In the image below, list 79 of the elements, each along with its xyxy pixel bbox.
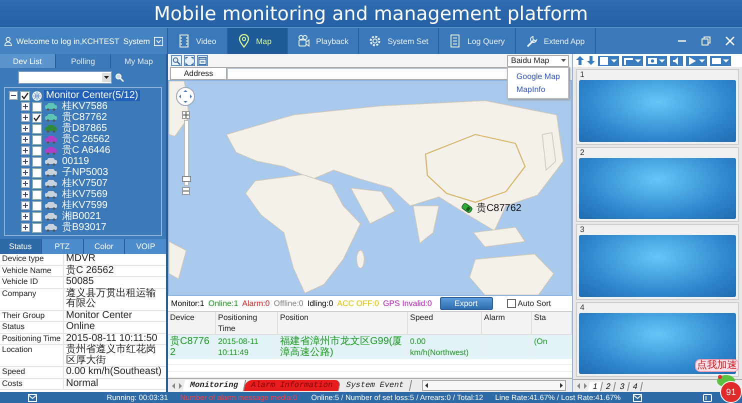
column-header: Alarm [482, 312, 532, 335]
field-value: Normal [64, 378, 166, 390]
column-header: Sta [532, 312, 572, 335]
field-value: MDVR [64, 254, 166, 266]
tree-item[interactable]: 贵C 26562 [60, 134, 112, 145]
tree-item[interactable]: 子NP5003 [60, 167, 110, 178]
column-header: Positioning Time [216, 312, 278, 335]
field-label: Vehicle ID [0, 277, 64, 288]
status-count: GPS Invalid:0 [382, 299, 432, 308]
field-value: Monitor Center [64, 310, 166, 322]
field-label: Positioning Time [0, 334, 64, 345]
status-count: Online:1 [208, 299, 238, 308]
menu-option[interactable]: MapInfo [508, 83, 568, 96]
panel-tab[interactable]: PTZ [42, 239, 82, 254]
status-count: Monitor:1 [171, 299, 204, 308]
field-label: Location [0, 345, 64, 367]
status-count: ACC OFF:0 [337, 299, 379, 308]
panel-tab[interactable]: My Map [111, 54, 166, 68]
field-label: Device type [0, 254, 64, 266]
sheet-tab[interactable]: 4 [628, 382, 644, 390]
table-row[interactable]: 贵C87762 2015-08-11 10:11:49 福建省漳州市龙文区G99(厦漳高速公路) 0.00 km/h(Northwest) (On [168, 335, 572, 359]
table-cell: 福建省漳州市龙文区G99(厦漳高速公路) [278, 335, 408, 359]
tree-item[interactable]: 00119 [60, 156, 92, 167]
status-count: Idling:0 [307, 299, 334, 308]
tree-item[interactable]: 湘B0021 [60, 211, 103, 222]
field-value: 50085 [64, 277, 166, 288]
tree-item[interactable]: 贵B93017 [60, 222, 108, 233]
field-label: Vehicle Name [0, 266, 64, 277]
column-header: Position [278, 312, 408, 335]
sheet-tab[interactable]: 2 [602, 382, 617, 390]
panel-tab[interactable]: Polling [56, 54, 110, 68]
tree-item[interactable]: 桂KV7569 [60, 189, 110, 200]
sheet-tab[interactable]: System Event [338, 380, 412, 391]
table-cell: 0.00 km/h(Northwest) [408, 335, 482, 359]
field-label: Company [0, 288, 64, 310]
table-cell: 贵C87762 [168, 335, 216, 359]
pane-number: 4 [579, 302, 586, 312]
field-label: Costs [0, 378, 64, 390]
window-title: Mobile monitoring and management platform [154, 2, 588, 24]
export-button[interactable]: Export [440, 297, 493, 310]
tree-item[interactable]: 贵C87762 [60, 112, 110, 123]
field-value: 贵C 26562 [64, 266, 166, 277]
field-value: 2015-08-11 10:11:50 [64, 334, 166, 345]
pane-number: 1 [579, 70, 586, 80]
status-count: Alarm:0 [242, 299, 270, 308]
pane-number: 3 [579, 225, 586, 235]
sheet-tab[interactable]: Monitoring [182, 380, 246, 391]
tree-item[interactable]: 桂KV7586 [60, 101, 110, 112]
field-value: 贵州省遵义市红花岗区厚大街 [64, 345, 166, 367]
sheet-tab[interactable]: Alarm Information [244, 380, 341, 391]
pane-number: 2 [579, 148, 586, 158]
sheet-tab[interactable]: 3 [614, 382, 630, 390]
tree-item[interactable]: 贵C A6446 [60, 145, 112, 156]
welcome-text: Welcome to log in,KCHTEST [16, 36, 120, 46]
field-value: Online [64, 322, 166, 334]
vehicle-label: 贵C87762 [476, 202, 522, 215]
panel-tab[interactable]: Status [0, 239, 41, 254]
field-label: Their Group [0, 310, 64, 322]
tree-item[interactable]: 桂KV7507 [60, 178, 110, 189]
panel-tab[interactable]: Color [84, 239, 124, 254]
column-header: Device [168, 312, 216, 335]
panel-tab[interactable]: Dev List [0, 54, 55, 68]
panel-tab[interactable]: VOIP [125, 239, 166, 254]
column-header: Speed [408, 312, 482, 335]
speech-bubble: 点我加速 [695, 359, 739, 372]
system-label: System [123, 36, 150, 46]
sheet-tab[interactable]: 1 [588, 382, 604, 390]
checkbox-label: Auto Sort [518, 299, 551, 308]
map-selector[interactable]: Baidu Map [507, 54, 569, 66]
field-label: Speed [0, 367, 64, 378]
status-count: Offline:0 [274, 299, 304, 308]
field-value: 遵义县万贯出租运输有限公 [64, 288, 166, 310]
table-cell: 2015-08-11 10:11:49 [216, 335, 278, 359]
nav-tab[interactable]: Map [228, 28, 288, 54]
tree-item[interactable]: 桂KV7599 [60, 200, 110, 211]
field-label: Status [0, 322, 64, 334]
tree-item[interactable]: 贵D87865 [60, 123, 110, 134]
field-value: 0.00 km/h(Southeast) [64, 367, 166, 378]
tree-item[interactable]: Monitor Center(5/12) [44, 90, 140, 101]
